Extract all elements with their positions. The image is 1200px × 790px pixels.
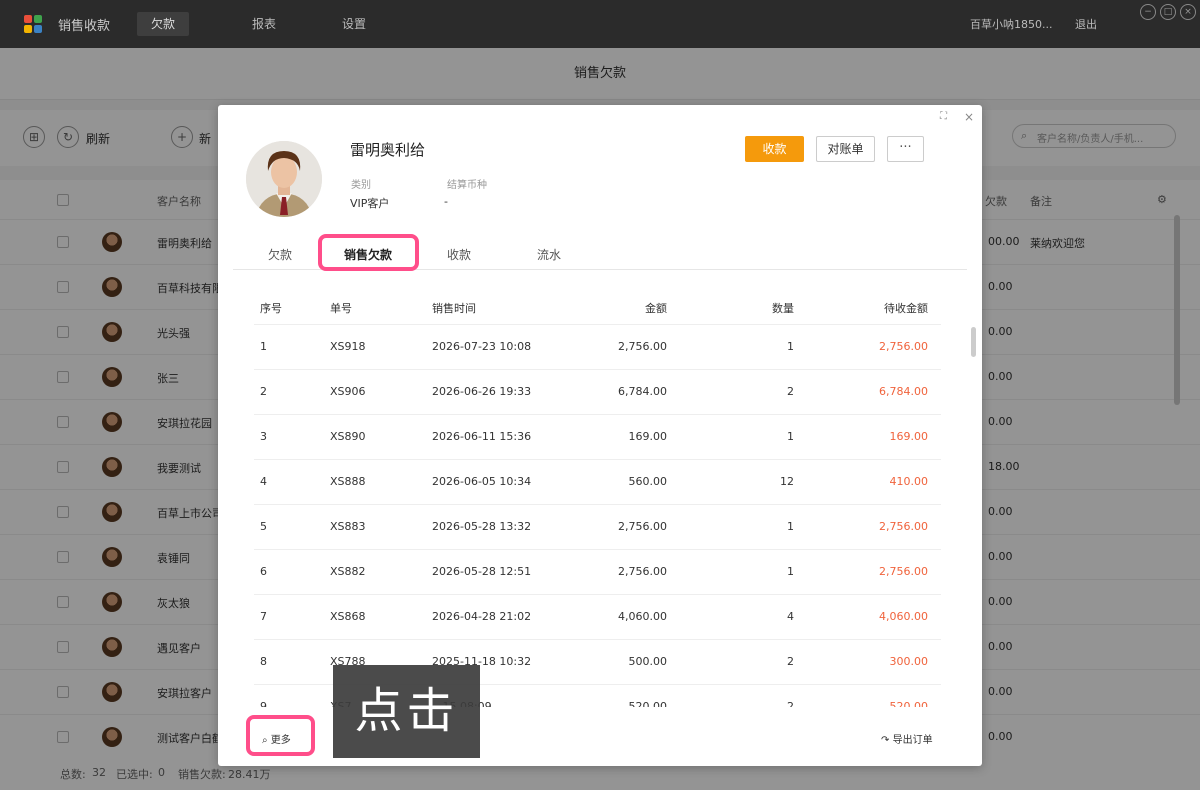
tab-debt[interactable]: 欠款 [268, 246, 292, 263]
quantity-cell: 1 [787, 430, 794, 443]
col-amount: 金额 [645, 302, 667, 315]
table-row[interactable]: 6 XS882 2026-05-28 12:51 2,756.00 1 2,756.00 [254, 550, 941, 595]
currency-value: - [444, 195, 448, 208]
col-sale-time: 销售时间 [432, 302, 476, 315]
col-order-no: 单号 [330, 302, 352, 315]
amount-due-cell: 2,756.00 [879, 340, 928, 353]
col-quantity: 数量 [772, 302, 794, 315]
maximize-icon[interactable]: □ [1160, 4, 1176, 20]
nav-tab-report[interactable]: 报表 [238, 12, 290, 36]
index-cell: 2 [260, 385, 267, 398]
category-label: 类别 [351, 180, 371, 191]
quantity-cell: 2 [787, 385, 794, 398]
nav-tab-debt[interactable]: 欠款 [137, 12, 190, 36]
customer-avatar [246, 141, 322, 217]
quantity-cell: 1 [787, 340, 794, 353]
more-label: 更多 [270, 735, 291, 746]
amount-cell: 2,756.00 [618, 520, 667, 533]
top-bar: 销售收款 欠款 报表 设置 百草小呐1850... 退出 − □ × [0, 0, 1200, 48]
search-more-icon: ⌕ [262, 735, 268, 746]
quantity-cell: 2 [787, 655, 794, 668]
quantity-cell: 12 [780, 475, 794, 488]
sales-debt-table: 序号 单号 销售时间 金额 数量 待收金额 1 XS918 2026-07-23 1… [254, 287, 941, 707]
amount-cell: 2,756.00 [618, 340, 667, 353]
index-cell: 4 [260, 475, 267, 488]
sale-time-cell: 2026-06-05 10:34 [432, 475, 532, 488]
table-row[interactable]: 3 XS890 2026-06-11 15:36 169.00 1 169.00 [254, 415, 941, 460]
sale-time-cell: 2026-05-28 13:32 [432, 520, 532, 533]
minimize-icon[interactable]: − [1140, 4, 1156, 20]
statement-button[interactable]: 对账单 [816, 136, 875, 162]
index-cell: 3 [260, 430, 267, 443]
logout-link[interactable]: 退出 [1075, 16, 1097, 32]
order-no-cell: XS883 [330, 520, 366, 533]
amount-due-cell: 520.00 [889, 700, 929, 707]
share-icon: ↷ [881, 735, 890, 746]
amount-due-cell: 410.00 [889, 475, 929, 488]
col-amount-due: 待收金额 [884, 302, 928, 315]
order-no-cell: XS868 [330, 610, 366, 623]
index-cell: 9 [260, 700, 267, 707]
amount-due-cell: 6,784.00 [879, 385, 928, 398]
amount-due-cell: 4,060.00 [879, 610, 928, 623]
index-cell: 7 [260, 610, 267, 623]
amount-due-cell: 169.00 [889, 430, 929, 443]
sale-time-cell: 2026-04-28 21:02 [432, 610, 532, 623]
customer-name: 雷明奥利给 [350, 141, 426, 159]
quantity-cell: 1 [787, 520, 794, 533]
amount-cell: 4,060.00 [618, 610, 667, 623]
table-row[interactable]: 5 XS883 2026-05-28 13:32 2,756.00 1 2,756.00 [254, 505, 941, 550]
table-header: 序号 单号 销售时间 金额 数量 待收金额 [254, 287, 941, 325]
app-logo-icon [24, 15, 42, 33]
sale-time-cell: 2026-07-23 10:08 [432, 340, 532, 353]
table-scrollbar[interactable] [971, 327, 976, 357]
export-label: 导出订单 [892, 735, 933, 746]
click-hint-overlay: 点击 [333, 665, 480, 758]
category-value: VIP客户 [350, 197, 390, 210]
index-cell: 6 [260, 565, 267, 578]
tab-payments[interactable]: 收款 [447, 246, 471, 263]
close-icon[interactable]: × [964, 110, 974, 124]
amount-cell: 520.00 [628, 700, 668, 707]
sale-time-cell: 2026-05-28 12:51 [432, 565, 532, 578]
index-cell: 1 [260, 340, 267, 353]
tab-ledger[interactable]: 流水 [537, 246, 561, 263]
table-row[interactable]: 7 XS868 2026-04-28 21:02 4,060.00 4 4,060.00 [254, 595, 941, 640]
sale-time-cell: 2026-06-11 15:36 [432, 430, 532, 443]
collect-payment-button[interactable]: 收款 [745, 136, 804, 162]
amount-cell: 500.00 [628, 655, 668, 668]
tab-highlight-annotation [318, 234, 419, 271]
order-no-cell: XS888 [330, 475, 366, 488]
index-cell: 8 [260, 655, 267, 668]
table-row[interactable]: 2 XS906 2026-06-26 19:33 6,784.00 2 6,784.00 [254, 370, 941, 415]
order-no-cell: XS890 [330, 430, 366, 443]
amount-cell: 169.00 [628, 430, 668, 443]
more-actions-button[interactable]: ··· [887, 136, 924, 162]
more-button[interactable]: ⌕ 更多 [262, 731, 291, 746]
table-row[interactable]: 4 XS888 2026-06-05 10:34 560.00 12 410.00 [254, 460, 941, 505]
quantity-cell: 1 [787, 565, 794, 578]
order-no-cell: XS906 [330, 385, 366, 398]
fullscreen-icon[interactable]: ⛶ [940, 111, 947, 122]
currency-label: 结算币种 [447, 180, 487, 191]
nav-tab-settings[interactable]: 设置 [328, 12, 380, 36]
quantity-cell: 2 [787, 700, 794, 707]
close-window-icon[interactable]: × [1180, 4, 1196, 20]
amount-due-cell: 300.00 [889, 655, 929, 668]
order-no-cell: XS882 [330, 565, 366, 578]
amount-cell: 2,756.00 [618, 565, 667, 578]
index-cell: 5 [260, 520, 267, 533]
sale-time-cell: 2026-06-26 19:33 [432, 385, 532, 398]
user-account[interactable]: 百草小呐1850... [970, 16, 1052, 32]
app-title: 销售收款 [58, 19, 111, 34]
col-index: 序号 [260, 302, 282, 315]
export-orders-button[interactable]: ↷ 导出订单 [881, 731, 933, 746]
order-no-cell: XS918 [330, 340, 366, 353]
quantity-cell: 4 [787, 610, 794, 623]
amount-cell: 560.00 [628, 475, 668, 488]
amount-cell: 6,784.00 [618, 385, 667, 398]
amount-due-cell: 2,756.00 [879, 565, 928, 578]
table-row[interactable]: 1 XS918 2026-07-23 10:08 2,756.00 1 2,756.00 [254, 325, 941, 370]
amount-due-cell: 2,756.00 [879, 520, 928, 533]
